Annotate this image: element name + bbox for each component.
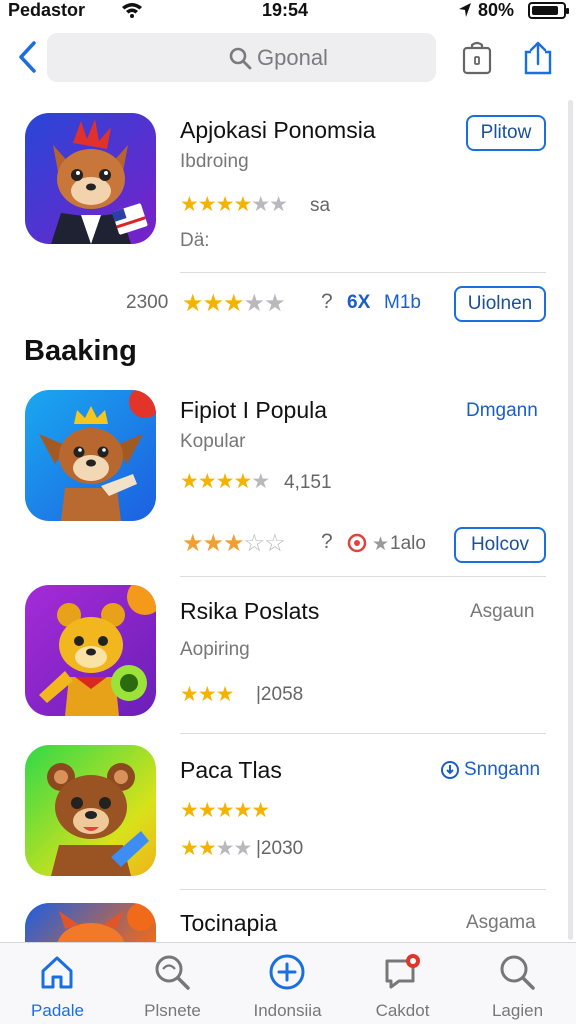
app-subtitle: Aopiring (180, 639, 250, 660)
bear-character-icon (47, 763, 149, 876)
app-meta: Dä: (180, 230, 210, 251)
divider (180, 733, 546, 734)
fox-character-icon (57, 903, 155, 942)
search-input[interactable] (257, 42, 427, 74)
carrier-label: Pedastor (8, 0, 86, 20)
app-icon[interactable] (25, 903, 156, 942)
get-button[interactable]: Plitow (466, 115, 546, 151)
scroll-indicator[interactable] (568, 100, 573, 940)
update-button[interactable]: Uiolnen (454, 286, 546, 322)
battery-percent: 80% (478, 0, 515, 20)
tab-search[interactable]: Plsnete (115, 943, 230, 1024)
app-subtitle: Ibdroing (180, 151, 249, 172)
side-label: Asgaun (470, 601, 535, 622)
chat-icon (385, 954, 420, 989)
status-bar: Pedastor 19:54 80% (0, 0, 576, 22)
meta-label: ★ (372, 534, 390, 555)
app-name[interactable]: Fipiot I Popula (180, 397, 327, 424)
star-rating: ★★★ (180, 683, 234, 706)
app-name[interactable]: Rsika Poslats (180, 598, 319, 625)
tab-today[interactable]: Padale (0, 943, 115, 1024)
tab-label: Cakdot (375, 1001, 430, 1020)
divider (180, 576, 546, 577)
tab-bar: Padale Plsnete Indonsiia Cakdot Lagien (0, 942, 576, 1024)
star-rating: ★★★★★ (180, 799, 270, 822)
app-icon[interactable] (25, 585, 156, 716)
wolf-king-icon (39, 390, 156, 521)
star-rating: ★★★★★ (182, 290, 286, 317)
star-rating: ★★★★★★ (180, 193, 288, 216)
tab-label: Lagien (491, 1001, 544, 1020)
update-button[interactable]: Holcov (454, 527, 546, 563)
get-link[interactable]: Snngann (464, 759, 540, 781)
app-name[interactable]: Tocinapia (180, 910, 277, 937)
wifi-icon (122, 3, 142, 18)
tab-label: Plsnete (144, 1001, 201, 1020)
meta-value: 1alo (390, 533, 426, 554)
size-badge: 6X (347, 292, 371, 313)
search-icon (155, 955, 190, 990)
search-bar[interactable] (47, 33, 436, 82)
app-icon[interactable] (25, 113, 156, 244)
tab-label: Padale (31, 1001, 84, 1020)
divider (180, 272, 546, 273)
tab-add[interactable]: Indonsiia (230, 943, 345, 1024)
section-title: Baaking (24, 335, 137, 367)
app-name[interactable]: Paca Tlas (180, 757, 282, 784)
rating-count: sa (310, 195, 331, 216)
battery-icon (528, 2, 569, 19)
search-icon (500, 955, 535, 990)
rating-count: |2030 (256, 838, 304, 859)
rating-count: 4,151 (284, 472, 332, 493)
search-icon (229, 47, 252, 70)
tab-search-2[interactable]: Lagien (460, 943, 575, 1024)
alert-icon (347, 533, 367, 553)
download-icon[interactable] (440, 760, 460, 780)
star-rating: ★★★★ (180, 837, 252, 860)
plus-circle-icon (269, 954, 305, 990)
size-label: M1b (384, 292, 421, 313)
share-icon[interactable] (522, 40, 554, 76)
app-icon[interactable] (25, 745, 156, 876)
bag-icon[interactable] (461, 40, 493, 76)
info-mark: ? (321, 290, 333, 313)
location-icon (459, 3, 471, 17)
divider (180, 889, 546, 890)
rating-count: 2300 (126, 292, 169, 313)
tab-chat[interactable]: Cakdot (345, 943, 460, 1024)
side-label: Asgama (466, 912, 536, 933)
app-icon[interactable] (25, 390, 156, 521)
rating-count: |2058 (256, 684, 304, 705)
info-mark: ? (321, 530, 333, 553)
star-rating: ★★★★★ (180, 470, 270, 493)
clock: 19:54 (262, 0, 309, 20)
bear-character-icon (39, 585, 156, 716)
app-subtitle: Kopular (180, 431, 246, 452)
app-name[interactable]: Apjokasi Ponomsia (180, 117, 376, 144)
star-rating: ★★★☆☆ (182, 530, 286, 557)
home-icon (41, 956, 73, 989)
get-link[interactable]: Dmgann (466, 400, 538, 422)
tab-label: Indonsiia (253, 1001, 322, 1020)
fox-character-icon (51, 119, 148, 244)
back-chevron-icon[interactable] (16, 40, 40, 74)
